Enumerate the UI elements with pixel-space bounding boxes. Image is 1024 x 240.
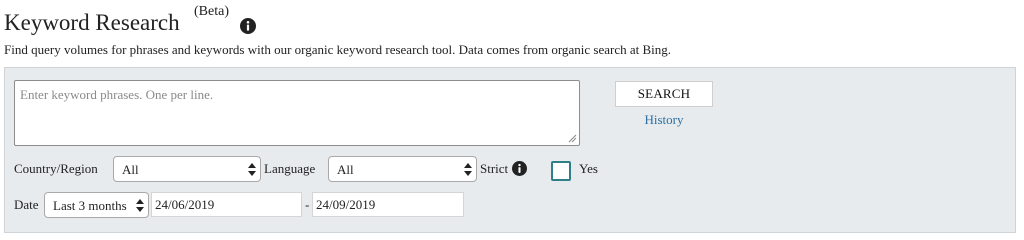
date-separator: - [305, 197, 310, 212]
search-button[interactable]: SEARCH [615, 81, 713, 107]
page-title: Keyword Research [4, 10, 180, 35]
country-region-value: All [122, 162, 139, 177]
search-form-panel: Enter keyword phrases. One per line. SEA… [4, 67, 1016, 233]
country-region-label: Country/Region [14, 161, 98, 176]
date-range-select[interactable]: Last 3 months [44, 192, 149, 218]
country-region-select[interactable]: All [113, 156, 261, 182]
history-link[interactable]: History [615, 112, 713, 128]
keywords-textarea[interactable]: Enter keyword phrases. One per line. [14, 80, 580, 146]
beta-label: (Beta) [194, 4, 229, 19]
language-label: Language [264, 161, 316, 176]
info-circle-icon[interactable] [240, 18, 256, 34]
date-to-input[interactable]: 24/09/2019 [312, 192, 464, 217]
resize-grip-icon[interactable] [568, 134, 577, 143]
yes-label: Yes [579, 161, 598, 176]
page-description: Find query volumes for phrases and keywo… [4, 42, 672, 57]
date-range-value: Last 3 months [53, 198, 127, 213]
strict-checkbox[interactable] [551, 161, 571, 181]
language-select[interactable]: All [328, 156, 477, 182]
language-value: All [337, 162, 354, 177]
select-arrows-icon [464, 163, 472, 176]
select-arrows-icon [248, 163, 256, 176]
keywords-placeholder: Enter keyword phrases. One per line. [20, 87, 214, 102]
strict-label: Strict [480, 161, 509, 176]
select-arrows-icon [136, 199, 144, 212]
date-from-input[interactable]: 24/06/2019 [151, 192, 302, 217]
page-header: Keyword Research (Beta) [4, 4, 404, 38]
strict-info-icon[interactable] [512, 161, 527, 176]
date-label: Date [14, 197, 39, 212]
